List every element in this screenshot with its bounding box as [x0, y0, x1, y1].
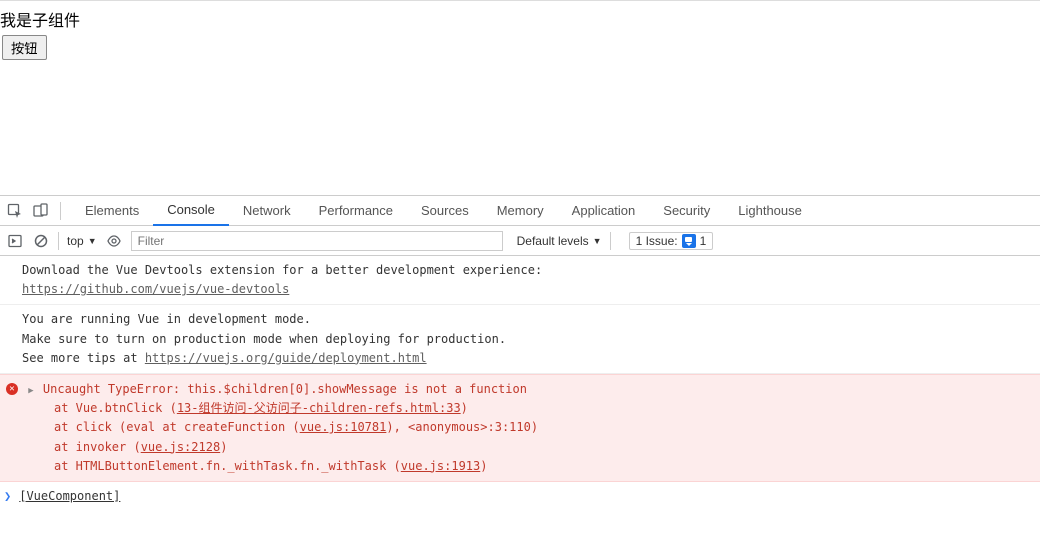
tab-memory[interactable]: Memory [483, 196, 558, 226]
stack-text: ) [480, 459, 487, 473]
dropdown-icon: ▼ [88, 236, 97, 246]
divider [58, 232, 59, 250]
console-toolbar: top ▼ Default levels ▼ 1 Issue: 1 [0, 226, 1040, 256]
tab-sources[interactable]: Sources [407, 196, 483, 226]
live-expression-icon[interactable] [105, 232, 123, 250]
dropdown-icon: ▼ [593, 236, 602, 246]
tab-application[interactable]: Application [558, 196, 650, 226]
tab-performance[interactable]: Performance [305, 196, 407, 226]
console-prompt[interactable]: ❯ [VueComponent] [0, 482, 1040, 511]
prompt-caret-icon: ❯ [4, 487, 11, 506]
log-message: You are running Vue in development mode.… [0, 305, 1040, 374]
context-select[interactable]: top ▼ [67, 234, 97, 248]
log-text: Download the Vue Devtools extension for … [22, 261, 1040, 280]
log-link[interactable]: https://vuejs.org/guide/deployment.html [145, 351, 427, 365]
stack-text: ), <anonymous>:3:110) [386, 420, 538, 434]
stack-text: at invoker ( [54, 440, 141, 454]
prompt-value: [VueComponent] [19, 487, 120, 506]
context-label: top [67, 234, 84, 248]
stack-link[interactable]: vue.js:1913 [401, 459, 480, 473]
log-text: See more tips at [22, 351, 145, 365]
log-levels-select[interactable]: Default levels ▼ [517, 234, 602, 248]
error-message: ✕ ▶ Uncaught TypeError: this.$children[0… [0, 374, 1040, 482]
stack-text: at click (eval at createFunction ( [54, 420, 300, 434]
issues-count: 1 [700, 234, 707, 248]
filter-input[interactable] [131, 231, 503, 251]
log-link[interactable]: https://github.com/vuejs/vue-devtools [22, 282, 289, 296]
issue-icon [682, 234, 696, 248]
tab-lighthouse[interactable]: Lighthouse [724, 196, 816, 226]
devtools-tabs: Elements Console Network Performance Sou… [0, 196, 1040, 226]
issues-button[interactable]: 1 Issue: 1 [629, 232, 714, 250]
error-text: Uncaught TypeError: this.$children[0].sh… [43, 382, 527, 396]
tab-console[interactable]: Console [153, 196, 229, 226]
divider [610, 232, 611, 250]
tab-security[interactable]: Security [649, 196, 724, 226]
log-text: Make sure to turn on production mode whe… [22, 330, 1040, 349]
child-component-text: 我是子组件 [0, 5, 1040, 33]
divider [60, 202, 61, 220]
issues-label: 1 Issue: [636, 234, 678, 248]
tab-elements[interactable]: Elements [71, 196, 153, 226]
error-icon: ✕ [6, 383, 18, 395]
console-output: Download the Vue Devtools extension for … [0, 256, 1040, 511]
sidebar-toggle-icon[interactable] [6, 232, 24, 250]
select-element-icon[interactable] [6, 202, 24, 220]
stack-link[interactable]: vue.js:2128 [141, 440, 220, 454]
stack-text: at HTMLButtonElement.fn._withTask.fn._wi… [54, 459, 401, 473]
device-toolbar-icon[interactable] [32, 202, 50, 220]
page-button[interactable]: 按钮 [2, 35, 47, 60]
stack-link[interactable]: vue.js:10781 [300, 420, 387, 434]
stack-text: ) [461, 401, 468, 415]
levels-label: Default levels [517, 234, 589, 248]
devtools-panel: Elements Console Network Performance Sou… [0, 195, 1040, 511]
page-content: 我是子组件 按钮 [0, 0, 1040, 195]
stack-text: ) [220, 440, 227, 454]
tab-network[interactable]: Network [229, 196, 305, 226]
log-text: You are running Vue in development mode. [22, 310, 1040, 329]
stack-text: at Vue.btnClick ( [54, 401, 177, 415]
clear-console-icon[interactable] [32, 232, 50, 250]
expand-toggle-icon[interactable]: ▶ [28, 386, 33, 396]
stack-link[interactable]: 13-组件访问-父访问子-children-refs.html:33 [177, 401, 461, 415]
log-message: Download the Vue Devtools extension for … [0, 256, 1040, 305]
